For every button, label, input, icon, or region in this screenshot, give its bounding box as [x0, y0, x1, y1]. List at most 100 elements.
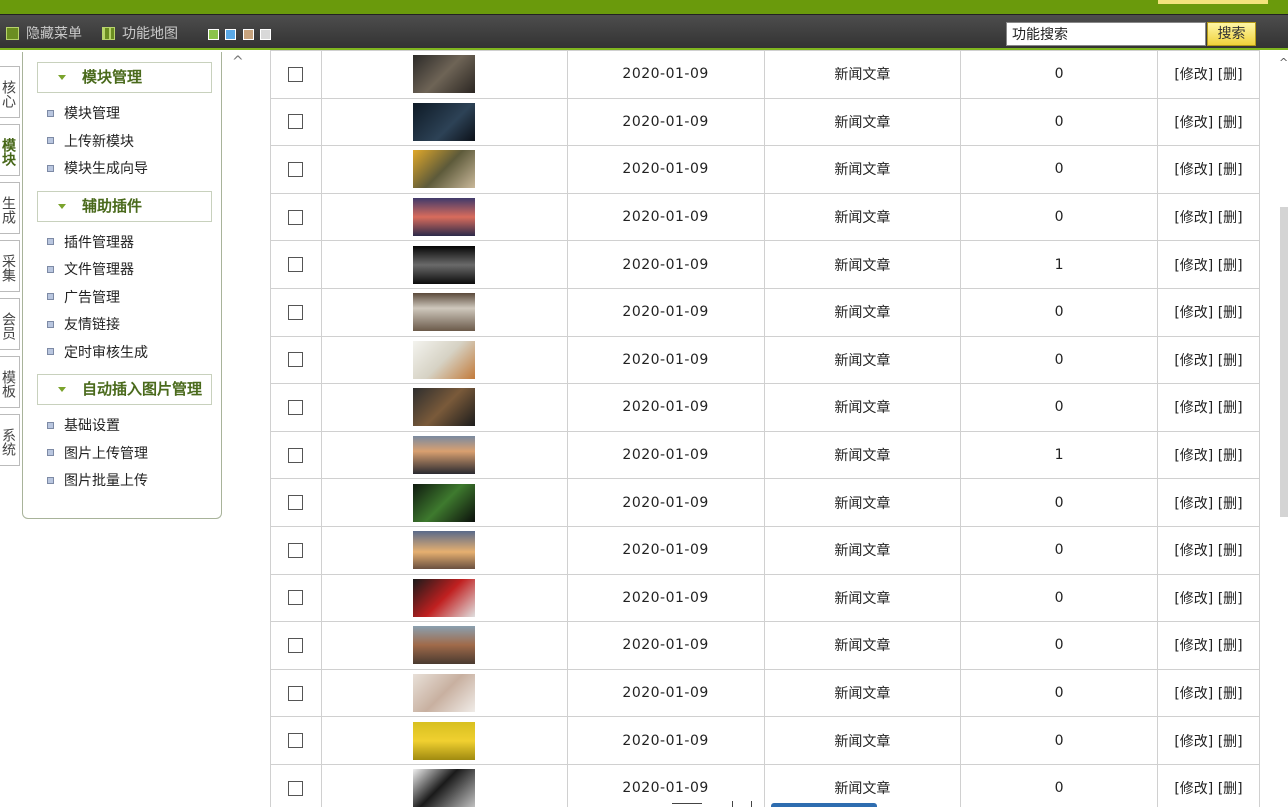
menu-item[interactable]: 广告管理	[47, 287, 120, 307]
delete-link[interactable]: [删]	[1218, 258, 1243, 274]
menu-item[interactable]: 基础设置	[47, 415, 120, 435]
phone-chart-thumbnail[interactable]	[413, 769, 476, 807]
function-map-button[interactable]: 功能地图	[102, 23, 178, 43]
edit-link[interactable]: [修改]	[1174, 115, 1213, 131]
eagle-thumbnail[interactable]	[413, 388, 476, 427]
vtab-1[interactable]: 模块	[0, 124, 20, 176]
edit-link[interactable]: [修改]	[1174, 210, 1213, 226]
delete-link[interactable]: [删]	[1218, 543, 1243, 559]
vtab-5[interactable]: 模板	[0, 356, 20, 408]
lake-at-dusk-thumbnail[interactable]	[413, 436, 476, 475]
delete-link[interactable]: [删]	[1218, 210, 1243, 226]
edit-link[interactable]: [修改]	[1174, 162, 1213, 178]
row-checkbox[interactable]	[288, 352, 304, 368]
row-checkbox[interactable]	[288, 161, 304, 177]
vtab-0[interactable]: 核心	[0, 66, 20, 118]
hide-menu-button[interactable]: 隐藏菜单	[6, 23, 82, 43]
menu-item[interactable]: 图片上传管理	[47, 443, 148, 463]
row-checkbox[interactable]	[288, 66, 304, 82]
vertical-scrollbar[interactable]: ^	[1278, 52, 1288, 807]
menu-item[interactable]: 文件管理器	[47, 259, 134, 279]
menu-item[interactable]: 定时审核生成	[47, 342, 148, 362]
menu-item[interactable]: 上传新模块	[47, 131, 134, 151]
delete-link[interactable]: [删]	[1218, 353, 1243, 369]
row-checkbox[interactable]	[288, 399, 304, 415]
row-checkbox[interactable]	[288, 257, 304, 273]
bride-flowers-thumbnail[interactable]	[413, 674, 476, 713]
row-checkbox[interactable]	[288, 447, 304, 463]
scrollbar-thumb[interactable]	[1280, 207, 1288, 517]
colored-pencils-thumbnail[interactable]	[413, 340, 476, 379]
edit-link[interactable]: [修改]	[1174, 686, 1213, 702]
row-checkbox[interactable]	[288, 733, 304, 749]
theme-green-swatch[interactable]	[208, 29, 219, 40]
menu-item[interactable]: 插件管理器	[47, 232, 134, 252]
edit-link[interactable]: [修改]	[1174, 781, 1213, 797]
delete-link[interactable]: [删]	[1218, 400, 1243, 416]
row-checkbox[interactable]	[288, 685, 304, 701]
edit-link[interactable]: [修改]	[1174, 305, 1213, 321]
night-bridge-lights-thumbnail[interactable]	[413, 245, 476, 284]
menu-section-header[interactable]: 辅助插件	[37, 190, 212, 222]
delete-link[interactable]: [删]	[1218, 591, 1243, 607]
edit-link[interactable]: [修改]	[1174, 67, 1213, 83]
edit-link[interactable]: [修改]	[1174, 543, 1213, 559]
danger-sign-thumbnail[interactable]	[413, 293, 476, 332]
menu-item[interactable]: 模块管理	[47, 103, 120, 123]
bullet-icon	[47, 164, 54, 172]
shoes-on-wood-thumbnail[interactable]	[413, 55, 476, 94]
type-cell: 新闻文章	[763, 573, 962, 623]
edit-link[interactable]: [修改]	[1174, 353, 1213, 369]
menu-item[interactable]: 友情链接	[47, 314, 120, 334]
green-bowl-thumbnail[interactable]	[413, 483, 476, 522]
pier-at-sunset-thumbnail[interactable]	[413, 198, 476, 237]
vtab-3[interactable]: 采集	[0, 240, 20, 292]
yellow-tulips-thumbnail[interactable]	[413, 721, 476, 760]
collapse-up-icon[interactable]: ^	[232, 54, 244, 70]
desert-sunset-thumbnail[interactable]	[413, 531, 476, 570]
row-checkbox[interactable]	[288, 542, 304, 558]
sunflowers-on-table-thumbnail[interactable]	[413, 150, 476, 189]
function-search-input[interactable]	[1006, 22, 1206, 46]
delete-link[interactable]: [删]	[1218, 734, 1243, 750]
delete-link[interactable]: [删]	[1218, 305, 1243, 321]
delete-link[interactable]: [删]	[1218, 638, 1243, 654]
theme-blue-swatch[interactable]	[225, 29, 236, 40]
vtab-2[interactable]: 生成	[0, 182, 20, 234]
menu-section-header[interactable]: 模块管理	[37, 62, 212, 93]
theme-gray-swatch[interactable]	[260, 29, 271, 40]
menu-item[interactable]: 模块生成向导	[47, 158, 148, 178]
theme-brown-swatch[interactable]	[243, 29, 254, 40]
menu-section-header[interactable]: 自动插入图片管理	[37, 374, 212, 405]
delete-link[interactable]: [删]	[1218, 162, 1243, 178]
delete-link[interactable]: [删]	[1218, 686, 1243, 702]
row-checkbox[interactable]	[288, 304, 304, 320]
submit-button-fragment[interactable]	[771, 803, 877, 807]
row-checkbox[interactable]	[288, 780, 304, 796]
row-checkbox[interactable]	[288, 114, 304, 130]
delete-link[interactable]: [删]	[1218, 496, 1243, 512]
edit-link[interactable]: [修改]	[1174, 734, 1213, 750]
vtab-4[interactable]: 会员	[0, 298, 20, 350]
canal-city-thumbnail[interactable]	[413, 626, 476, 665]
edit-link[interactable]: [修改]	[1174, 448, 1213, 464]
row-checkbox[interactable]	[288, 590, 304, 606]
scroll-up-arrow-icon[interactable]: ^	[1279, 56, 1288, 69]
edit-link[interactable]: [修改]	[1174, 638, 1213, 654]
edit-link[interactable]: [修改]	[1174, 400, 1213, 416]
row-checkbox[interactable]	[288, 209, 304, 225]
row-checkbox[interactable]	[288, 495, 304, 511]
vtab-6[interactable]: 系统	[0, 414, 20, 466]
delete-link[interactable]: [删]	[1218, 781, 1243, 797]
row-checkbox[interactable]	[288, 637, 304, 653]
edit-link[interactable]: [修改]	[1174, 496, 1213, 512]
person-in-dark-water-thumbnail[interactable]	[413, 102, 476, 141]
delete-link[interactable]: [删]	[1218, 448, 1243, 464]
edit-link[interactable]: [修改]	[1174, 258, 1213, 274]
red-car-thumbnail[interactable]	[413, 578, 476, 617]
edit-link[interactable]: [修改]	[1174, 591, 1213, 607]
search-button[interactable]: 搜索	[1207, 22, 1256, 46]
delete-link[interactable]: [删]	[1218, 67, 1243, 83]
delete-link[interactable]: [删]	[1218, 115, 1243, 131]
menu-item[interactable]: 图片批量上传	[47, 470, 148, 490]
